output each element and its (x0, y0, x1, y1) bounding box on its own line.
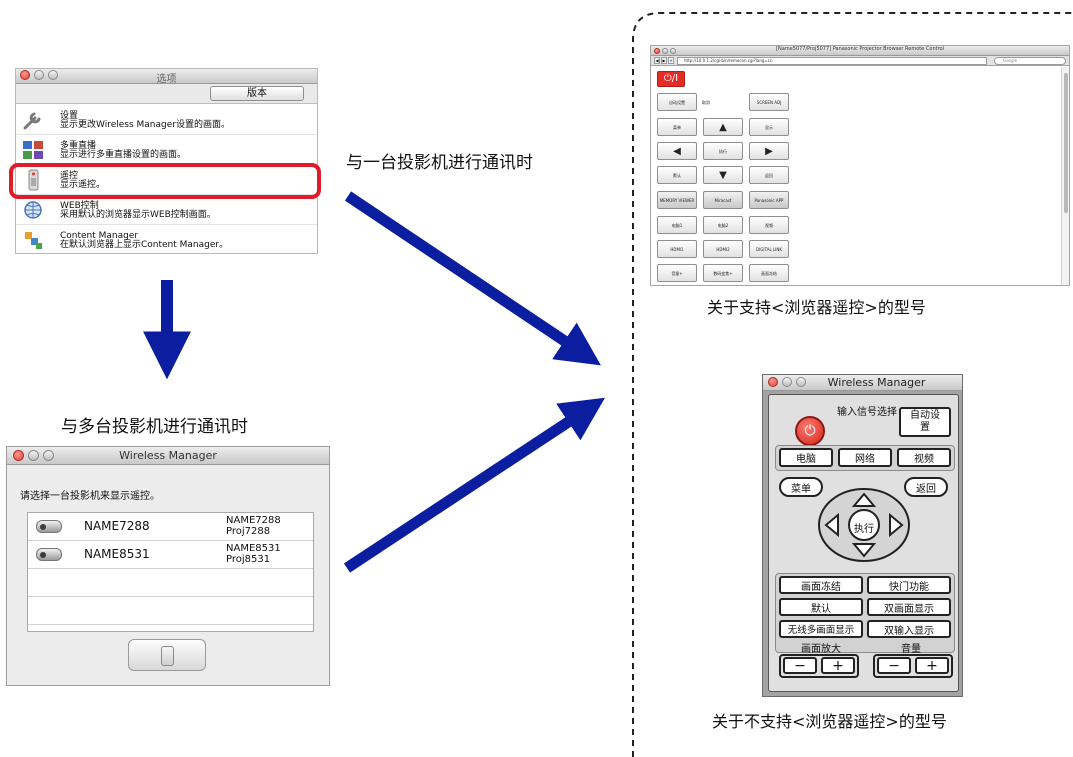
close-icon[interactable] (768, 377, 778, 387)
wireless-multi-screen-button[interactable]: 无线多画面显示 (779, 620, 863, 638)
auto-setup-button[interactable]: 自动设置 (899, 407, 951, 437)
volume-button[interactable]: 音量+ (657, 264, 697, 282)
digital-link-button[interactable]: DIGITAL LINK (749, 240, 789, 258)
scroll-thumb[interactable] (1064, 73, 1068, 213)
menu-button[interactable]: 菜单 (657, 118, 697, 136)
video-button[interactable]: 视频 (897, 448, 951, 467)
dual-input-button[interactable]: 双输入显示 (867, 620, 951, 638)
projector-name-detail: NAME7288 (226, 515, 281, 526)
window-title: [Name5077/Proj5077] Panasonic Projector … (776, 46, 944, 52)
list-item (28, 569, 313, 597)
zoom-label: 画面放大 (801, 644, 841, 655)
select-prompt: 请选择一台投影机来显示遥控。 (20, 491, 160, 502)
projector-id: Proj7288 (226, 526, 271, 537)
remote-body: ⏻ 输入信号选择 自动设置 电脑 网络 视频 菜单 返回 执行 画面冻结 快门功… (768, 394, 959, 692)
projector-list: NAME7288 NAME7288 Proj7288 NAME8531 NAME… (27, 512, 314, 632)
wireless-manager-list-window: Wireless Manager 请选择一台投影机来显示遥控。 NAME7288… (6, 446, 330, 686)
screen-adj-button[interactable]: SCREEN ADJ (749, 93, 789, 111)
projector-icon (36, 520, 62, 533)
info-button[interactable]: 显示 (749, 118, 789, 136)
remote-button[interactable] (128, 639, 206, 671)
miracast-button[interactable]: Miracast (703, 191, 743, 209)
pc-button[interactable]: 电脑 (779, 448, 833, 467)
enter-button[interactable]: 执行 (703, 142, 743, 160)
video-button[interactable]: 视频 (749, 216, 789, 234)
remote-icon (161, 646, 174, 666)
arrow-to-remote (343, 397, 606, 573)
projector-id: Proj8531 (226, 554, 271, 565)
projector-icon (36, 548, 62, 561)
window-title: Wireless Manager (827, 376, 926, 389)
zoom-minus-button[interactable]: − (783, 657, 817, 674)
url-input[interactable]: http://10.0.1.2/cgi-bin/remocon.cgi?lang… (677, 57, 987, 65)
projector-name: NAME7288 (84, 519, 150, 533)
list-item[interactable]: NAME8531 NAME8531 Proj8531 (28, 541, 313, 569)
label-multi-projector: 与多台投影机进行通讯时 (61, 417, 248, 437)
projector-name: NAME8531 (84, 547, 150, 561)
address-bar: ◀ ▶ + http://10.0.1.2/cgi-bin/remocon.cg… (651, 56, 1069, 66)
memory-viewer-button[interactable]: MEMORY VIEWER (657, 191, 697, 209)
list-item[interactable]: NAME7288 NAME7288 Proj7288 (28, 513, 313, 541)
up-arrow-button[interactable]: ▲ (703, 118, 743, 136)
volume-minus-button[interactable]: − (877, 657, 911, 674)
browser-titlebar: [Name5077/Proj5077] Panasonic Projector … (651, 46, 1069, 56)
freeze-button[interactable]: 画面冻结 (779, 576, 863, 594)
browser-remote-window: [Name5077/Proj5077] Panasonic Projector … (650, 45, 1070, 286)
enter-label: 执行 (854, 524, 874, 535)
return-button[interactable]: 返回 (749, 166, 789, 184)
hdmi2-button[interactable]: HDMI2 (703, 240, 743, 258)
add-icon[interactable]: + (668, 57, 674, 64)
dual-screen-button[interactable]: 双画面显示 (867, 598, 951, 616)
search-input[interactable]: Google (994, 57, 1066, 65)
power-button[interactable]: ⏻ (795, 416, 825, 446)
arrow-to-browser (344, 191, 601, 366)
projector-name-detail: NAME8531 (226, 543, 281, 554)
remote-titlebar: Wireless Manager (763, 375, 962, 391)
input-label: 取消 (702, 100, 710, 105)
default-button[interactable]: 默认 (657, 166, 697, 184)
freeze-button[interactable]: 画面冻结 (749, 264, 789, 282)
hdmi1-button[interactable]: HDMI1 (657, 240, 697, 258)
pc2-button[interactable]: 电脑2 (703, 216, 743, 234)
scrollbar[interactable] (1061, 67, 1069, 285)
left-arrow-button[interactable]: ◀ (657, 142, 697, 160)
volume-plus-button[interactable]: + (915, 657, 949, 674)
power-button[interactable]: ⏻/I (657, 71, 685, 87)
network-button[interactable]: 网络 (838, 448, 892, 467)
digital-zoom-button[interactable]: 数码变焦+ (703, 264, 743, 282)
default-button[interactable]: 默认 (779, 598, 863, 616)
pc1-button[interactable]: 电脑1 (657, 216, 697, 234)
power-icon: ⏻ (804, 423, 816, 439)
back-icon[interactable]: ◀ (654, 57, 660, 64)
list-item (28, 597, 313, 625)
right-arrow-button[interactable]: ▶ (749, 142, 789, 160)
forward-icon[interactable]: ▶ (661, 57, 667, 64)
auto-setup-button[interactable]: 自动设置 (657, 93, 697, 111)
input-select-label: 输入信号选择 (837, 407, 897, 418)
caption-unsupported: 关于不支持<浏览器遥控>的型号 (712, 712, 947, 731)
volume-label: 音量 (901, 644, 921, 655)
panasonic-app-button[interactable]: Panasonic APP (749, 191, 789, 209)
caption-supported: 关于支持<浏览器遥控>的型号 (707, 298, 926, 317)
shutter-button[interactable]: 快门功能 (867, 576, 951, 594)
wireless-manager-remote-window: Wireless Manager ⏻ 输入信号选择 自动设置 电脑 网络 视频 … (762, 374, 963, 697)
wm-list-titlebar: Wireless Manager (7, 447, 329, 465)
label-single-projector: 与一台投影机进行通讯时 (346, 153, 533, 173)
down-arrow-button[interactable]: ▼ (703, 166, 743, 184)
window-title: Wireless Manager (119, 449, 217, 462)
zoom-plus-button[interactable]: + (821, 657, 855, 674)
